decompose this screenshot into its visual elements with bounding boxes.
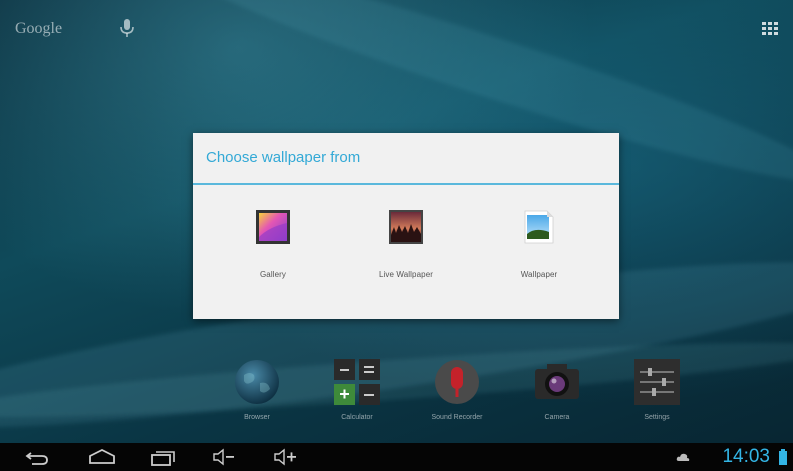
google-search-label[interactable]: Google [15, 20, 62, 38]
settings-label: Settings [644, 414, 670, 421]
gallery-label: Gallery [259, 270, 287, 279]
status-clock[interactable]: 14:03 [722, 446, 770, 468]
option-wallpaper[interactable]: Wallpaper [489, 209, 589, 279]
title-divider [193, 183, 619, 185]
dialog-title: Choose wallpaper from [206, 149, 361, 166]
back-icon[interactable] [22, 447, 52, 467]
globe-icon[interactable] [232, 357, 282, 407]
browser-label: Browser [244, 414, 270, 421]
option-gallery[interactable]: Gallery [223, 209, 323, 279]
top-bar: Google [0, 0, 793, 50]
option-live-wallpaper[interactable]: Live Wallpaper [356, 209, 456, 279]
sound-recorder-icon[interactable] [432, 357, 482, 407]
battery-icon [779, 449, 787, 465]
wallpaper-icon [524, 210, 554, 244]
choose-wallpaper-dialog: Choose wallpaper from Gallery Live Wallp… [193, 133, 619, 319]
recent-apps-icon[interactable] [148, 447, 178, 467]
camera-label: Camera [544, 414, 570, 421]
system-navigation-bar: 14:03 [0, 443, 793, 471]
live-wallpaper-label: Live Wallpaper [378, 270, 434, 279]
home-screen: Google Choose wallpaper from Gallery Liv… [0, 0, 793, 471]
sound-recorder-label: Sound Recorder [431, 414, 483, 421]
microphone-icon[interactable] [118, 18, 136, 38]
gallery-icon [256, 210, 290, 244]
all-apps-grid-icon[interactable] [761, 20, 779, 36]
live-wallpaper-icon [389, 210, 423, 244]
home-icon[interactable] [87, 447, 117, 467]
settings-icon[interactable] [632, 357, 682, 407]
calculator-label: Calculator [341, 414, 373, 421]
sync-cloud-icon [676, 453, 690, 461]
camera-icon[interactable] [532, 357, 582, 407]
wallpaper-label: Wallpaper [520, 270, 558, 279]
calculator-icon[interactable] [332, 357, 382, 407]
volume-down-icon[interactable] [211, 447, 237, 467]
volume-up-icon[interactable] [272, 447, 300, 467]
